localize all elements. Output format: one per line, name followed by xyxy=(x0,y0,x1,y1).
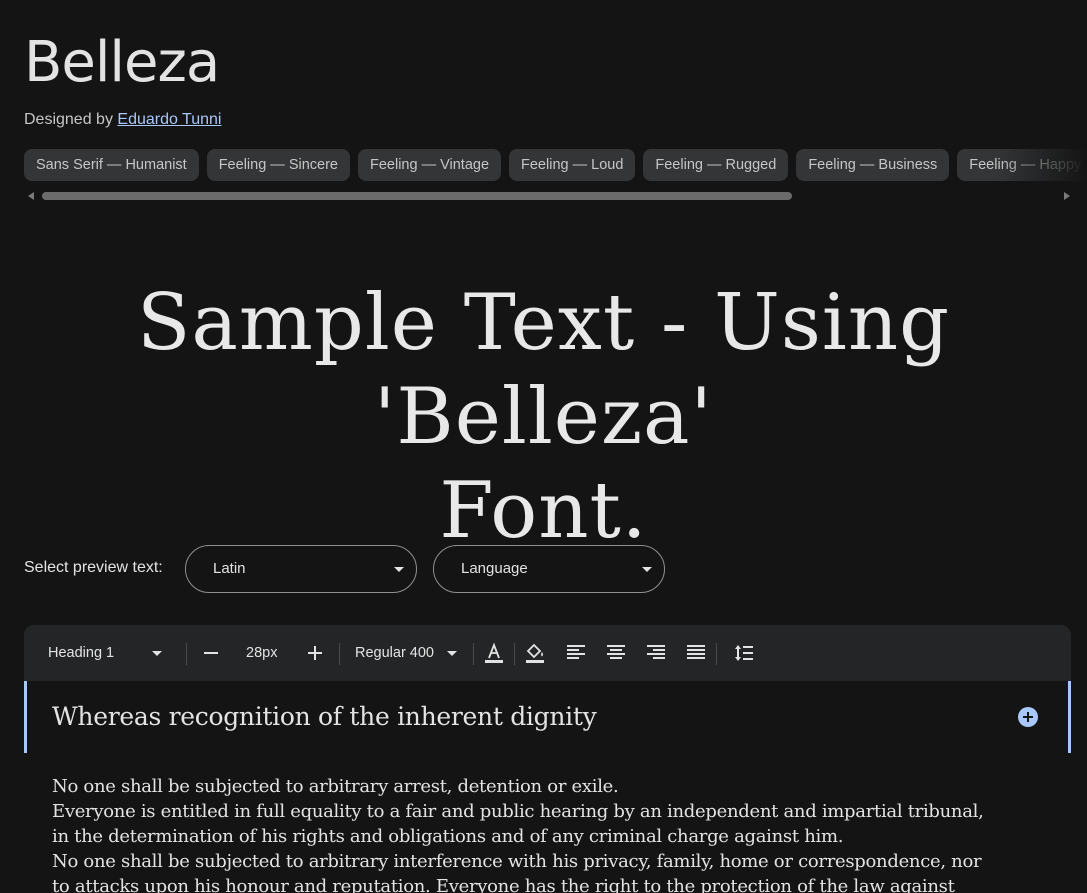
align-right-icon[interactable] xyxy=(644,641,668,665)
tag-chip[interactable]: Feeling — Rugged xyxy=(643,149,789,181)
toolbar-divider xyxy=(186,643,187,665)
designer-link[interactable]: Eduardo Tunni xyxy=(117,111,221,128)
toolbar-divider xyxy=(514,643,515,665)
editor-heading-text[interactable]: Whereas recognition of the inherent dign… xyxy=(52,702,597,731)
font-size-value[interactable]: 28px xyxy=(246,625,277,681)
paragraph-line: No one shall be subjected to arbitrary a… xyxy=(52,776,619,797)
toolbar-divider xyxy=(716,643,717,665)
scroll-left-arrow-icon[interactable] xyxy=(28,192,34,200)
scrollbar-thumb[interactable] xyxy=(42,192,792,200)
plus-icon[interactable] xyxy=(303,641,327,665)
tag-chip[interactable]: Feeling — Happy xyxy=(957,149,1087,181)
text-style-value: Heading 1 xyxy=(48,645,115,661)
add-circle-icon[interactable] xyxy=(1018,707,1038,727)
caret-down-icon xyxy=(152,651,162,656)
editor-heading-row[interactable]: Whereas recognition of the inherent dign… xyxy=(24,681,1071,753)
tag-chip[interactable]: Feeling — Business xyxy=(796,149,950,181)
language-select-value: Language xyxy=(461,560,528,577)
paragraph-line: in the determination of his rights and o… xyxy=(52,826,844,847)
script-select-value: Latin xyxy=(213,560,246,577)
toolbar-divider xyxy=(339,643,340,665)
tag-chip[interactable]: Feeling — Vintage xyxy=(357,149,502,181)
caret-down-icon xyxy=(394,567,404,572)
tag-chip[interactable]: Sans Serif — Humanist xyxy=(24,149,199,181)
editor-toolbar: Heading 1 28px Regular 400 xyxy=(24,625,1071,681)
tag-scrollbar[interactable] xyxy=(24,188,1074,204)
language-select[interactable]: Language xyxy=(433,545,665,593)
sample-text: Sample Text - Using 'Belleza' Font. xyxy=(40,276,1047,558)
align-left-icon[interactable] xyxy=(564,641,588,665)
font-title: Belleza xyxy=(24,30,220,95)
editor-paragraph[interactable]: No one shall be subjected to arbitrary a… xyxy=(52,774,984,893)
paragraph-line: to attacks upon his honour and reputatio… xyxy=(52,876,955,893)
preview-text-label: Select preview text: xyxy=(24,559,163,576)
text-style-dropdown[interactable]: Heading 1 xyxy=(48,625,188,681)
caret-down-icon xyxy=(447,651,457,656)
designer-line: Designed by Eduardo Tunni xyxy=(24,111,221,129)
text-color-icon[interactable] xyxy=(482,641,506,665)
align-justify-icon[interactable] xyxy=(684,641,708,665)
font-weight-value: Regular 400 xyxy=(355,645,434,661)
font-weight-dropdown[interactable]: Regular 400 xyxy=(355,625,465,681)
fill-color-icon[interactable] xyxy=(523,641,547,665)
minus-icon[interactable] xyxy=(199,641,223,665)
caret-down-icon xyxy=(642,567,652,572)
sample-text-line-2: Font. xyxy=(439,466,648,556)
designed-by-label: Designed by xyxy=(24,111,113,128)
script-select[interactable]: Latin xyxy=(185,545,417,593)
toolbar-divider xyxy=(473,643,474,665)
paragraph-line: No one shall be subjected to arbitrary i… xyxy=(52,851,982,872)
paragraph-line: Everyone is entitled in full equality to… xyxy=(52,801,984,822)
tag-list: Sans Serif — Humanist Feeling — Sincere Fe… xyxy=(24,149,1087,181)
align-center-icon[interactable] xyxy=(604,641,628,665)
tag-chip[interactable]: Feeling — Loud xyxy=(509,149,636,181)
line-height-icon[interactable] xyxy=(732,641,756,665)
scroll-right-arrow-icon[interactable] xyxy=(1064,192,1070,200)
sample-text-line-1: Sample Text - Using 'Belleza' xyxy=(136,278,950,462)
tag-chip[interactable]: Feeling — Sincere xyxy=(206,149,350,181)
